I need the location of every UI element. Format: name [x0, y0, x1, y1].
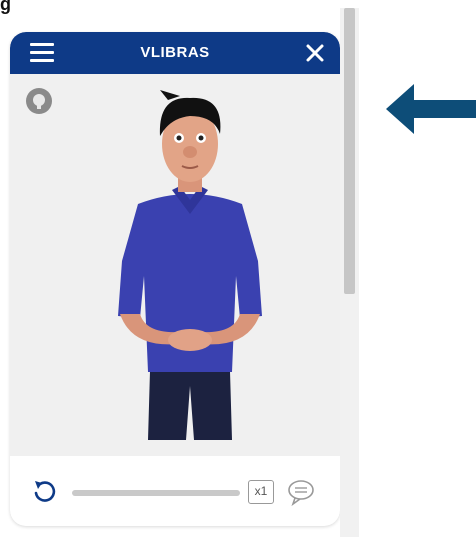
speed-button[interactable]: x1	[248, 480, 274, 504]
page-partial-heading: g	[0, 0, 11, 14]
widget-header: VLIBRAS	[10, 32, 340, 74]
arrow-left-icon	[386, 84, 476, 134]
avatar-stage	[10, 74, 340, 488]
close-icon[interactable]	[304, 42, 326, 64]
player-controls: x1	[10, 456, 340, 526]
vlibras-widget: VLIBRAS x1	[10, 32, 340, 526]
sign-language-avatar	[118, 90, 262, 440]
scrollbar-thumb[interactable]	[344, 8, 355, 294]
subtitles-icon[interactable]	[286, 478, 316, 506]
replay-icon[interactable]	[32, 478, 56, 504]
widget-title: VLIBRAS	[140, 44, 210, 61]
dictionary-hint-icon[interactable]	[26, 88, 52, 114]
progress-bar[interactable]	[72, 490, 240, 496]
